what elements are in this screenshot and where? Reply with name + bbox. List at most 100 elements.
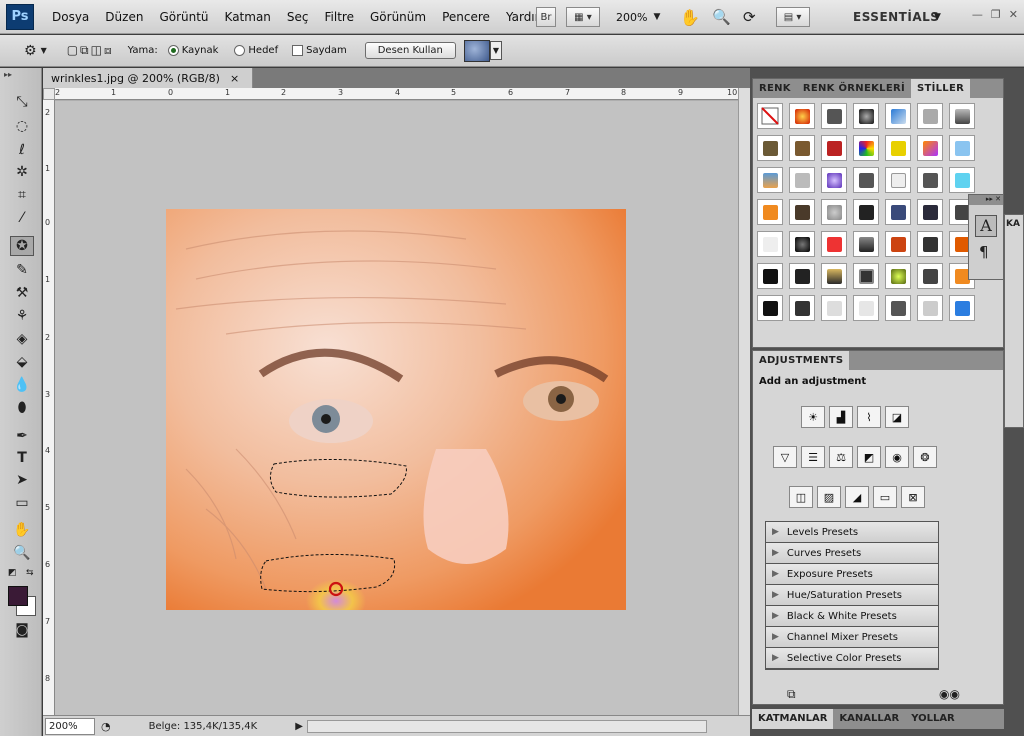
style-swatch[interactable] bbox=[885, 295, 911, 321]
clip-to-layer-icon[interactable]: ⧉ bbox=[787, 687, 796, 702]
list-item[interactable]: ▶ Channel Mixer Presets bbox=[766, 627, 938, 648]
style-swatch[interactable] bbox=[853, 167, 879, 193]
hue-saturation-icon[interactable]: ☰ bbox=[801, 446, 825, 468]
clone-stamp-tool-icon[interactable]: ⚒ bbox=[10, 283, 34, 303]
style-swatch[interactable] bbox=[853, 231, 879, 257]
tab-styles[interactable]: STİLLER bbox=[910, 79, 971, 98]
vertical-ruler[interactable]: 2 1 0 1 2 3 4 5 6 7 8 bbox=[43, 100, 55, 715]
style-swatch[interactable] bbox=[853, 295, 879, 321]
patch-tool-preset-icon[interactable]: ⚙ bbox=[24, 43, 37, 59]
selective-color-icon[interactable]: ⊠ bbox=[901, 486, 925, 508]
menu-edit[interactable]: Düzen bbox=[97, 0, 151, 34]
levels-icon[interactable]: ▟ bbox=[829, 406, 853, 428]
vertical-scrollbar[interactable] bbox=[738, 88, 750, 715]
style-swatch[interactable] bbox=[885, 135, 911, 161]
workspace-chevron-icon[interactable]: ▼ bbox=[934, 12, 941, 22]
eraser-tool-icon[interactable]: ◈ bbox=[10, 329, 34, 349]
style-swatch[interactable] bbox=[853, 199, 879, 225]
style-swatch[interactable] bbox=[917, 199, 943, 225]
quick-mask-icon[interactable]: ◙ bbox=[10, 620, 34, 640]
type-tool-icon[interactable]: T bbox=[10, 448, 34, 468]
style-swatch[interactable] bbox=[789, 199, 815, 225]
pen-tool-icon[interactable]: ✒ bbox=[10, 426, 34, 446]
history-brush-tool-icon[interactable]: ⚘ bbox=[10, 306, 34, 326]
zoom-level[interactable]: 200% bbox=[616, 11, 647, 24]
tab-color[interactable]: RENK bbox=[753, 79, 797, 98]
style-swatch[interactable] bbox=[821, 103, 847, 129]
status-zoom-field[interactable]: 200% bbox=[45, 717, 95, 735]
style-swatch[interactable] bbox=[821, 199, 847, 225]
curves-icon[interactable]: ⌇ bbox=[857, 406, 881, 428]
ruler-origin[interactable] bbox=[43, 88, 55, 100]
style-swatch[interactable] bbox=[757, 263, 783, 289]
style-swatch[interactable] bbox=[757, 167, 783, 193]
threshold-icon[interactable]: ◢ bbox=[845, 486, 869, 508]
marquee-tool-icon[interactable]: ◌ bbox=[10, 116, 34, 136]
path-selection-tool-icon[interactable]: ➤ bbox=[10, 470, 34, 490]
exposure-icon[interactable]: ◪ bbox=[885, 406, 909, 428]
style-swatch[interactable] bbox=[789, 295, 815, 321]
restore-icon[interactable]: ❐ bbox=[991, 8, 1001, 21]
hand-icon[interactable]: ✋ bbox=[10, 520, 34, 540]
menu-filter[interactable]: Filtre bbox=[317, 0, 362, 34]
tab-layers[interactable]: KATMANLAR bbox=[752, 709, 834, 729]
list-item[interactable]: ▶ Hue/Saturation Presets bbox=[766, 585, 938, 606]
canvas[interactable] bbox=[55, 101, 738, 715]
list-item[interactable]: ▶ Black & White Presets bbox=[766, 606, 938, 627]
close-document-icon[interactable]: × bbox=[230, 72, 239, 85]
adjustment-options-icon[interactable]: ◉◉ bbox=[939, 687, 960, 701]
black-white-icon[interactable]: ◩ bbox=[857, 446, 881, 468]
style-swatch[interactable] bbox=[789, 167, 815, 193]
gradient-tool-icon[interactable]: ⬙ bbox=[10, 352, 34, 372]
rotate-view-icon[interactable]: ⟳ bbox=[743, 8, 756, 26]
style-swatch[interactable] bbox=[917, 263, 943, 289]
style-swatch[interactable] bbox=[949, 135, 975, 161]
style-swatch[interactable] bbox=[789, 231, 815, 257]
horizontal-scrollbar[interactable] bbox=[306, 719, 707, 733]
style-swatch[interactable] bbox=[757, 199, 783, 225]
style-swatch[interactable] bbox=[789, 103, 815, 129]
chevron-down-icon[interactable]: ▼ bbox=[653, 12, 660, 22]
style-swatch[interactable] bbox=[885, 199, 911, 225]
style-swatch[interactable] bbox=[885, 167, 911, 193]
magic-wand-tool-icon[interactable]: ✲ bbox=[10, 162, 34, 182]
posterize-icon[interactable]: ▨ bbox=[817, 486, 841, 508]
pattern-swatch[interactable] bbox=[463, 39, 490, 62]
eyedropper-tool-icon[interactable]: ⁄ bbox=[10, 208, 34, 228]
tab-adjustments[interactable]: ADJUSTMENTS bbox=[753, 351, 850, 370]
horizontal-ruler[interactable]: 2 1 0 1 2 3 4 5 6 7 8 9 10 bbox=[55, 88, 738, 100]
status-menu-arrow-icon[interactable]: ▶ bbox=[295, 721, 303, 732]
style-swatch[interactable] bbox=[821, 263, 847, 289]
style-swatch[interactable] bbox=[917, 295, 943, 321]
status-info-icon[interactable]: ◔ bbox=[101, 720, 111, 733]
style-swatch[interactable] bbox=[917, 103, 943, 129]
patch-tool-icon[interactable]: ✪ bbox=[10, 236, 34, 256]
selection-mode-icons[interactable]: ▢⧉◫⧈ bbox=[67, 43, 114, 58]
style-swatch[interactable] bbox=[789, 263, 815, 289]
photo-wrinkles[interactable] bbox=[166, 209, 626, 610]
list-item[interactable]: ▶ Selective Color Presets bbox=[766, 648, 938, 669]
vibrance-icon[interactable]: ▽ bbox=[773, 446, 797, 468]
document-tab[interactable]: wrinkles1.jpg @ 200% (RGB/8) × bbox=[43, 68, 253, 88]
list-item[interactable]: ▶ Curves Presets bbox=[766, 543, 938, 564]
foreground-color-swatch[interactable] bbox=[8, 586, 28, 606]
tab-swatches[interactable]: RENK ÖRNEKLERİ bbox=[797, 79, 911, 98]
crop-tool-icon[interactable]: ⌗ bbox=[10, 185, 34, 205]
style-swatch[interactable] bbox=[757, 295, 783, 321]
color-balance-icon[interactable]: ⚖ bbox=[829, 446, 853, 468]
list-item[interactable]: ▶ Exposure Presets bbox=[766, 564, 938, 585]
move-tool-icon[interactable]: ⤡ bbox=[10, 92, 34, 112]
character-panel-icon[interactable]: A bbox=[975, 215, 997, 237]
rectangle-tool-icon[interactable]: ▭ bbox=[10, 493, 34, 513]
zoom-icon[interactable]: 🔍 bbox=[10, 543, 34, 563]
paragraph-panel-icon[interactable]: ¶ bbox=[979, 243, 993, 261]
list-item[interactable]: ▶ Levels Presets bbox=[766, 522, 938, 543]
style-swatch[interactable] bbox=[853, 263, 879, 289]
style-swatch[interactable] bbox=[885, 263, 911, 289]
style-swatch[interactable] bbox=[821, 231, 847, 257]
tab-paths[interactable]: YOLLAR bbox=[905, 709, 961, 729]
close-icon[interactable]: ✕ bbox=[1009, 8, 1018, 21]
invert-icon[interactable]: ◫ bbox=[789, 486, 813, 508]
gradient-map-icon[interactable]: ▭ bbox=[873, 486, 897, 508]
style-swatch[interactable] bbox=[917, 231, 943, 257]
